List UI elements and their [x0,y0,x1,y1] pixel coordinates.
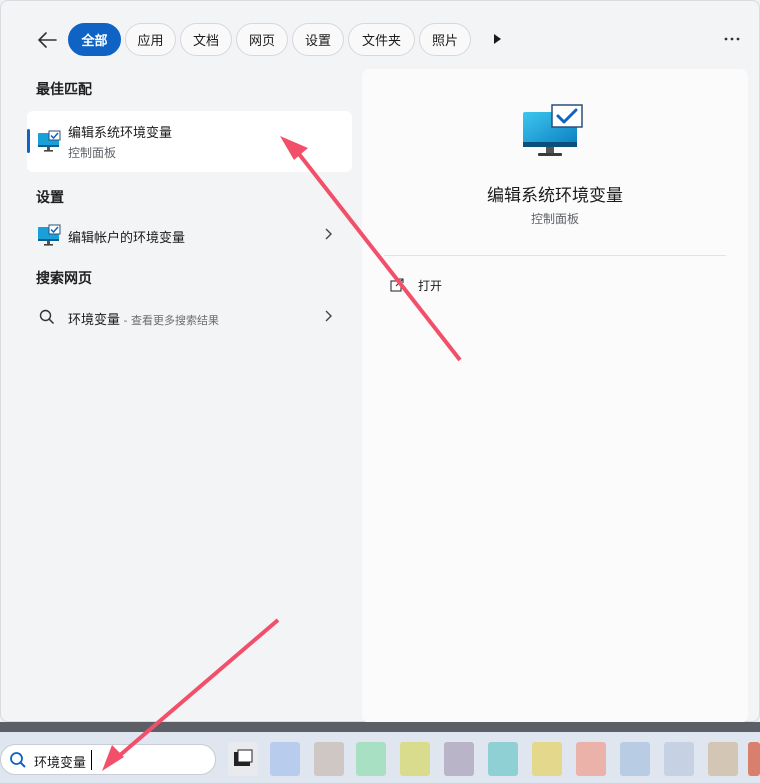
filter-web[interactable]: 网页 [236,23,288,56]
web-search-label: 环境变量 - 查看更多搜索结果 [68,309,219,328]
settings-item-account-env[interactable]: 编辑帐户的环境变量 [27,216,352,256]
divider [384,255,726,256]
settings-item-label: 编辑帐户的环境变量 [68,231,186,246]
taskbar-app[interactable] [708,742,738,776]
filter-folders[interactable]: 文件夹 [348,23,415,56]
filter-settings[interactable]: 设置 [292,23,344,56]
detail-title: 编辑系统环境变量 [487,186,623,206]
best-match-subtitle: 控制面板 [68,146,117,160]
taskbar-app[interactable] [314,742,344,776]
detail-pane: 编辑系统环境变量 控制面板 打开 [362,69,748,723]
monitor-check-icon [37,224,61,248]
play-triangle-icon[interactable] [489,31,505,47]
chevron-right-icon[interactable] [324,228,332,244]
taskbar-app[interactable] [356,742,386,776]
text-caret [91,750,92,770]
taskbar-app[interactable] [270,742,300,776]
settings-heading: 设置 [36,190,64,206]
taskbar-app[interactable] [532,742,562,776]
taskbar-app[interactable] [620,742,650,776]
best-match-heading: 最佳匹配 [36,82,92,98]
web-search-extra: - 查看更多搜索结果 [120,314,219,327]
web-search-item[interactable]: 环境变量 - 查看更多搜索结果 [27,298,352,338]
web-search-heading: 搜索网页 [36,271,92,287]
best-match-item[interactable]: 编辑系统环境变量 控制面板 [27,111,352,172]
taskbar-app[interactable] [400,742,430,776]
best-match-title: 编辑系统环境变量 [68,126,173,141]
filter-documents[interactable]: 文档 [180,23,232,56]
filter-photos[interactable]: 照片 [419,23,471,56]
taskbar-search-input[interactable]: 环境变量 [0,744,216,775]
ellipsis-icon[interactable] [723,31,741,47]
web-search-query: 环境变量 [68,313,121,328]
chevron-right-icon[interactable] [324,310,332,326]
monitor-check-icon [37,130,61,154]
detail-subtitle: 控制面板 [530,212,579,226]
taskbar-app[interactable] [576,742,606,776]
open-action[interactable]: 打开 [418,277,442,294]
search-icon [9,751,27,769]
taskbar-app[interactable] [444,742,474,776]
filter-all[interactable]: 全部 [68,23,121,56]
taskbar-app[interactable] [228,742,258,776]
search-panel: 全部 应用 文档 网页 设置 文件夹 照片 最佳匹配 编辑系统环境变量 控制面板… [0,0,760,723]
taskbar-search-text: 环境变量 [34,756,87,771]
taskbar-app[interactable] [748,742,760,776]
open-external-icon[interactable] [390,277,404,292]
window-bottom-edge [0,722,760,732]
taskbar-app[interactable] [664,742,694,776]
back-arrow-icon[interactable] [35,28,59,52]
monitor-check-icon [522,104,584,160]
selection-indicator [27,129,30,153]
taskbar-app[interactable] [488,742,518,776]
filter-apps[interactable]: 应用 [125,23,176,56]
search-icon [39,309,57,327]
